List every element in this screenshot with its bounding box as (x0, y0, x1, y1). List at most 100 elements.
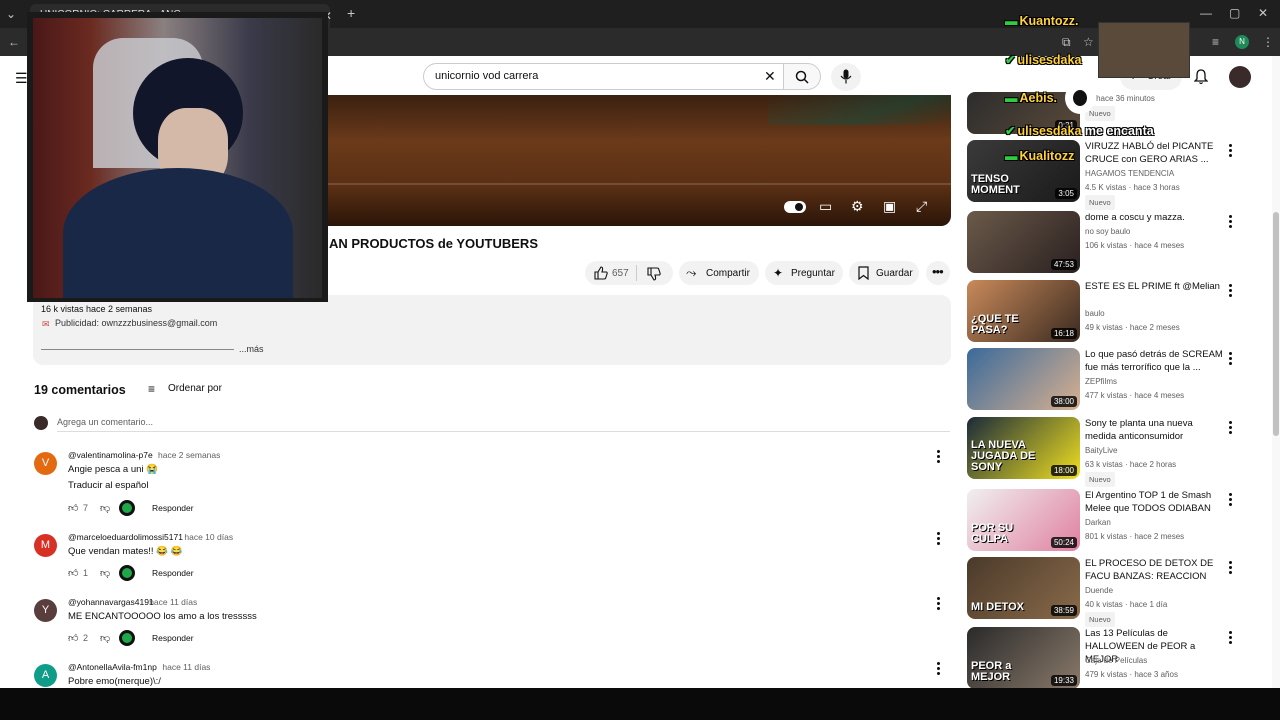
recommendation-title[interactable]: dome a coscu y mazza. (1085, 211, 1225, 224)
mail-icon: ✉ (42, 319, 50, 329)
minimize-icon[interactable]: — (1200, 6, 1212, 20)
comment-like-icon[interactable]: 👍︎ (68, 632, 78, 644)
tab-search-icon[interactable]: ⌄ (6, 7, 16, 21)
channel-name[interactable]: baulo (1085, 307, 1225, 320)
recommendation-menu-icon[interactable] (1223, 420, 1237, 436)
comment-avatar[interactable]: V (34, 452, 57, 475)
subtitles-icon[interactable]: ▭ (819, 198, 832, 215)
sparkle-icon: ✦ (773, 266, 784, 280)
comment-menu-icon[interactable] (931, 531, 945, 547)
recommendation-menu-icon[interactable] (1223, 143, 1237, 159)
comment-author[interactable]: @valentinamolina-p7e (68, 450, 153, 460)
reply-button[interactable]: Responder (152, 568, 194, 578)
comment-dislike-icon[interactable]: 👎︎ (100, 502, 110, 514)
comment-author[interactable]: @yohannavargas4191 (68, 597, 154, 607)
video-thumbnail[interactable]: POR SU CULPA 50:24 (967, 489, 1080, 551)
recommendation-title[interactable]: VIRUZZ HABLÓ del PICANTE CRUCE con GERO … (1085, 140, 1225, 166)
profile-icon[interactable]: N (1235, 35, 1249, 49)
channel-name[interactable]: HAGAMOS TENDENCIA (1085, 167, 1225, 180)
recommendation-title[interactable]: ESTE ES EL PRIME ft @Melian (1085, 280, 1225, 293)
save-button[interactable]: Guardar (849, 261, 919, 285)
add-comment-field[interactable]: Agrega un comentario... (57, 414, 950, 432)
video-thumbnail[interactable]: LA NUEVA JUGADA DE SONY 18:00 (967, 417, 1080, 479)
dislike-icon[interactable] (647, 267, 661, 281)
recommendation-menu-icon[interactable] (1223, 630, 1237, 646)
more-actions-button[interactable]: ••• (926, 261, 950, 285)
comment-avatar[interactable]: Y (34, 599, 57, 622)
notifications-bell-icon[interactable] (1194, 69, 1208, 85)
install-icon[interactable]: ⧉ (1062, 35, 1071, 49)
sort-label[interactable]: Ordenar por (168, 383, 222, 394)
new-badge: Nuevo (1085, 195, 1115, 210)
comment-like-icon[interactable]: 👍︎ (68, 502, 78, 514)
autoplay-toggle[interactable] (784, 201, 806, 213)
like-icon[interactable] (594, 266, 608, 280)
theater-mode-icon[interactable]: ▣ (883, 198, 896, 215)
video-thumbnail[interactable]: PEOR a MEJOR 19:33 (967, 627, 1080, 688)
share-button[interactable]: ⤳ Compartir (679, 261, 759, 285)
description-box[interactable]: 16 k vistas hace 2 semanas ✉ Publicidad:… (33, 295, 951, 365)
bookmark-star-icon[interactable]: ☆ (1083, 35, 1094, 49)
thumbnail-text: ¿QUE TE PASA? (971, 313, 1019, 336)
video-thumbnail[interactable]: MI DETOX 38:59 (967, 557, 1080, 619)
voice-search-button[interactable] (831, 63, 861, 91)
chat-username: Kualitozz (1019, 149, 1075, 163)
channel-name[interactable]: Duende (1085, 584, 1225, 597)
channel-name[interactable]: Darkan (1085, 516, 1225, 529)
progress-bar[interactable] (328, 183, 951, 185)
video-thumbnail[interactable]: 38:00 (967, 348, 1080, 410)
scrollbar-thumb[interactable] (1273, 212, 1279, 436)
recommendation-menu-icon[interactable] (1223, 214, 1237, 230)
recommendation-menu-icon[interactable] (1223, 492, 1237, 508)
video-thumbnail[interactable]: ¿QUE TE PASA? 16:18 (967, 280, 1080, 342)
recommendation-menu-icon[interactable] (1223, 560, 1237, 576)
search-input[interactable]: unicornio vod carrera ✕ (423, 63, 783, 90)
channel-name[interactable]: BaityLive (1085, 444, 1225, 457)
page-scrollbar[interactable] (1272, 56, 1280, 688)
show-more-link[interactable]: ...más (239, 344, 264, 354)
comment-dislike-icon[interactable]: 👎︎ (100, 632, 110, 644)
video-player[interactable]: ▭ ⚙ ▣ ⤢ (328, 95, 951, 226)
reply-button[interactable]: Responder (152, 503, 194, 513)
channel-name[interactable]: no soy baulo (1085, 225, 1225, 238)
comment-menu-icon[interactable] (931, 596, 945, 612)
comment-dislike-icon[interactable]: 👎︎ (100, 567, 110, 579)
recommendation-menu-icon[interactable] (1223, 283, 1237, 299)
channel-name[interactable]: ZEPfilms (1085, 375, 1225, 388)
close-window-icon[interactable]: ✕ (1258, 6, 1268, 20)
comment-time: hace 2 semanas (158, 450, 221, 460)
comment-menu-icon[interactable] (931, 449, 945, 465)
ask-button[interactable]: ✦ Preguntar (765, 261, 843, 285)
channel-name[interactable]: Caja de Películas (1085, 654, 1225, 667)
new-tab-icon[interactable]: + (347, 6, 355, 20)
recommendation-title[interactable]: Sony te planta una nueva medida anticons… (1085, 417, 1225, 443)
comment-avatar[interactable]: A (34, 664, 57, 687)
recommendation-title[interactable]: EL PROCESO DE DETOX DE FACU BANZAS: REAC… (1085, 557, 1225, 583)
user-avatar[interactable] (1229, 66, 1251, 88)
chat-username: Aebis. (1019, 91, 1058, 105)
downloads-icon[interactable]: ≡ (1212, 35, 1219, 49)
recommendation-title[interactable]: Lo que pasó detrás de SCREAM fue más ter… (1085, 348, 1225, 374)
video-meta: 477 k vistas · hace 4 meses (1085, 391, 1185, 400)
back-icon[interactable]: ← (8, 35, 20, 49)
comment-author[interactable]: @marceloeduardolimossi5171 (68, 532, 183, 542)
video-thumbnail[interactable]: 47:53 (967, 211, 1080, 273)
hamburger-menu-icon[interactable]: ☰ (15, 70, 28, 87)
reply-button[interactable]: Responder (152, 633, 194, 643)
fullscreen-icon[interactable]: ⤢ (916, 198, 927, 215)
comment-translate-link[interactable]: Traducir al español (68, 480, 148, 491)
recommendation-title[interactable]: El Argentino TOP 1 de Smash Melee que TO… (1085, 489, 1225, 515)
recommendation-menu-icon[interactable] (1223, 351, 1237, 367)
clear-search-icon[interactable]: ✕ (764, 68, 776, 85)
comment-like-icon[interactable]: 👍︎ (68, 567, 78, 579)
share-label: Compartir (706, 268, 750, 279)
more-horizontal-icon: ••• (932, 264, 944, 279)
comment-menu-icon[interactable] (931, 661, 945, 677)
comment-author[interactable]: @AntonellaAvila-fm1np (68, 662, 157, 672)
settings-gear-icon[interactable]: ⚙ (851, 198, 864, 215)
sort-icon[interactable]: ≡ (148, 382, 155, 396)
maximize-icon[interactable]: ▢ (1229, 6, 1240, 20)
browser-menu-icon[interactable]: ⋮ (1262, 35, 1274, 49)
search-button[interactable] (783, 63, 821, 90)
comment-avatar[interactable]: M (34, 534, 57, 557)
